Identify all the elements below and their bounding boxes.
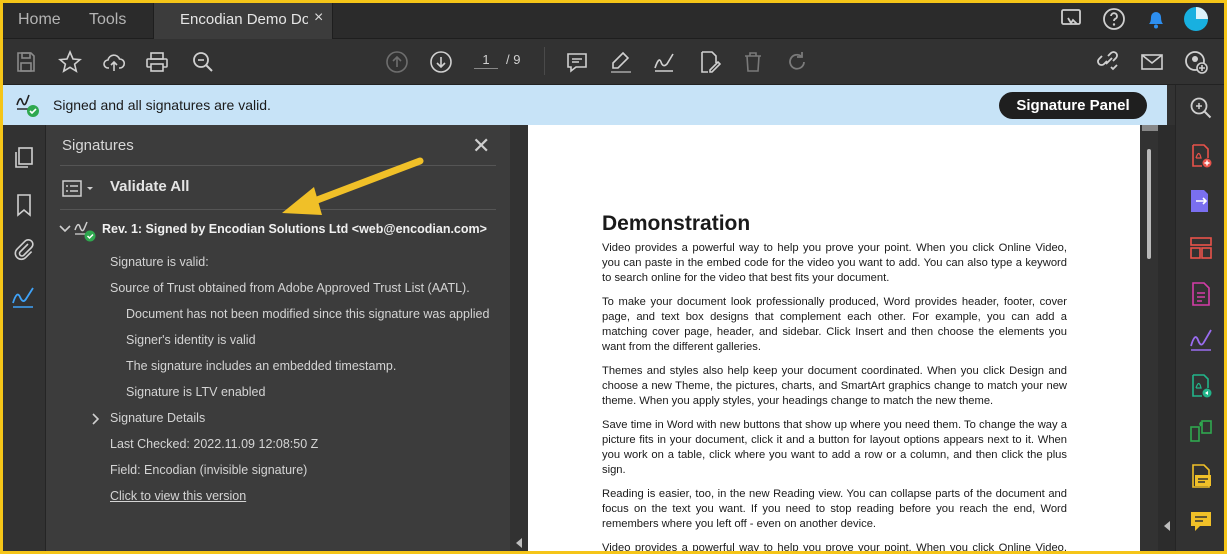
email-icon[interactable] xyxy=(1139,49,1165,75)
combine-files-icon[interactable] xyxy=(1188,373,1214,399)
notes-icon[interactable] xyxy=(1188,463,1214,489)
signatures-panel-icon[interactable] xyxy=(11,285,37,311)
zoom-icon[interactable] xyxy=(1188,95,1214,121)
export-pdf-icon[interactable] xyxy=(1188,188,1214,214)
zoom-search-icon[interactable] xyxy=(190,49,216,75)
pages-icon[interactable] xyxy=(11,145,37,171)
organize-pages-icon[interactable] xyxy=(1188,235,1214,261)
scrollbar-thumb[interactable] xyxy=(1147,149,1151,259)
signature-detail-line: Signature is valid: xyxy=(110,255,209,269)
redo-icon[interactable] xyxy=(784,49,810,75)
document-paragraph: To make your document look professionall… xyxy=(602,296,1067,353)
main-toolbar: 1 / 9 xyxy=(0,39,1227,85)
share-screen-icon[interactable] xyxy=(1059,6,1085,37)
highlight-icon[interactable] xyxy=(608,49,634,75)
document-paragraph: Video provides a powerful way to help yo… xyxy=(602,542,1067,554)
fill-sign-icon[interactable] xyxy=(1188,327,1214,353)
bookmark-icon[interactable] xyxy=(11,192,37,218)
comment-icon[interactable] xyxy=(564,49,590,75)
signature-status-text: Signed and all signatures are valid. xyxy=(53,97,271,113)
signature-field: Field: Encodian (invisible signature) xyxy=(110,463,308,477)
delete-icon[interactable] xyxy=(740,49,766,75)
signature-detail-line: The signature includes an embedded times… xyxy=(126,359,397,373)
document-paragraph: Themes and styles also help keep your do… xyxy=(602,365,1067,407)
panel-title: Signatures xyxy=(62,137,134,154)
close-tab-icon[interactable]: × xyxy=(314,9,323,27)
panel-scrollbar[interactable] xyxy=(510,125,528,554)
right-tools-rail xyxy=(1175,85,1227,554)
sign-icon[interactable] xyxy=(651,49,677,75)
compare-files-icon[interactable] xyxy=(1188,418,1214,444)
notification-bell-icon[interactable] xyxy=(1143,6,1169,37)
tab-bar: Home Tools Encodian Demo Do... × xyxy=(0,0,1227,39)
close-panel-icon[interactable]: ✕ xyxy=(472,133,490,159)
signatures-panel: Signatures ✕ Validate All Rev. 1: Signed… xyxy=(46,125,510,554)
previous-page-icon[interactable] xyxy=(384,49,410,75)
comment-tool-icon[interactable] xyxy=(1188,509,1214,535)
page-total: / 9 xyxy=(506,52,521,67)
signature-detail-line: Signer's identity is valid xyxy=(126,333,256,347)
view-version-link[interactable]: Click to view this version xyxy=(110,489,246,503)
chevron-right-icon[interactable] xyxy=(90,412,102,429)
signature-valid-icon xyxy=(73,218,99,244)
next-page-icon[interactable] xyxy=(428,49,454,75)
cloud-upload-icon[interactable] xyxy=(101,49,127,75)
edit-pdf-tool-icon[interactable] xyxy=(1188,281,1214,307)
signature-status-bar: Signed and all signatures are valid. Sig… xyxy=(0,85,1167,125)
options-menu-icon[interactable] xyxy=(62,178,98,200)
save-icon[interactable] xyxy=(13,49,39,75)
tab-home[interactable]: Home xyxy=(18,11,61,29)
document-page: Demonstration Video provides a powerful … xyxy=(528,125,1140,554)
tools-collapse-strip[interactable] xyxy=(1158,125,1175,554)
scrollbar-cap xyxy=(1142,125,1158,131)
chevron-down-icon[interactable] xyxy=(58,222,72,239)
edit-pdf-icon[interactable] xyxy=(696,49,722,75)
validate-all-button[interactable]: Validate All xyxy=(110,178,189,195)
print-icon[interactable] xyxy=(144,49,170,75)
signature-panel-button[interactable]: Signature Panel xyxy=(999,92,1147,119)
tab-tools[interactable]: Tools xyxy=(89,11,126,29)
left-navigation-rail xyxy=(0,125,46,554)
toolbar-divider xyxy=(544,47,545,75)
document-paragraph: Save time in Word with new buttons that … xyxy=(602,419,1067,476)
star-icon[interactable] xyxy=(57,49,83,75)
tab-document-title: Encodian Demo Do... xyxy=(180,11,308,28)
attachment-icon[interactable] xyxy=(11,237,37,263)
document-paragraph: Video provides a powerful way to help yo… xyxy=(602,242,1067,284)
document-heading: Demonstration xyxy=(602,212,751,235)
signature-details-toggle[interactable]: Signature Details xyxy=(110,411,205,425)
share-link-icon[interactable] xyxy=(1095,49,1121,75)
signature-detail-line: Document has not been modified since thi… xyxy=(126,307,490,321)
signature-valid-icon xyxy=(14,91,42,119)
document-scrollbar[interactable] xyxy=(1140,125,1158,554)
last-checked: Last Checked: 2022.11.09 12:08:50 Z xyxy=(110,437,319,451)
tab-document[interactable]: Encodian Demo Do... × xyxy=(153,3,333,39)
annotation-arrow xyxy=(270,155,430,225)
page-number-input[interactable]: 1 xyxy=(474,52,498,69)
document-paragraph: Reading is easier, too, in the new Readi… xyxy=(602,488,1067,530)
create-pdf-icon[interactable] xyxy=(1188,143,1214,169)
add-user-icon[interactable] xyxy=(1183,49,1209,75)
signature-detail-line: Source of Trust obtained from Adobe Appr… xyxy=(110,281,470,295)
signature-detail-line: Signature is LTV enabled xyxy=(126,385,266,399)
help-icon[interactable] xyxy=(1101,6,1127,37)
avatar[interactable] xyxy=(1183,6,1209,37)
